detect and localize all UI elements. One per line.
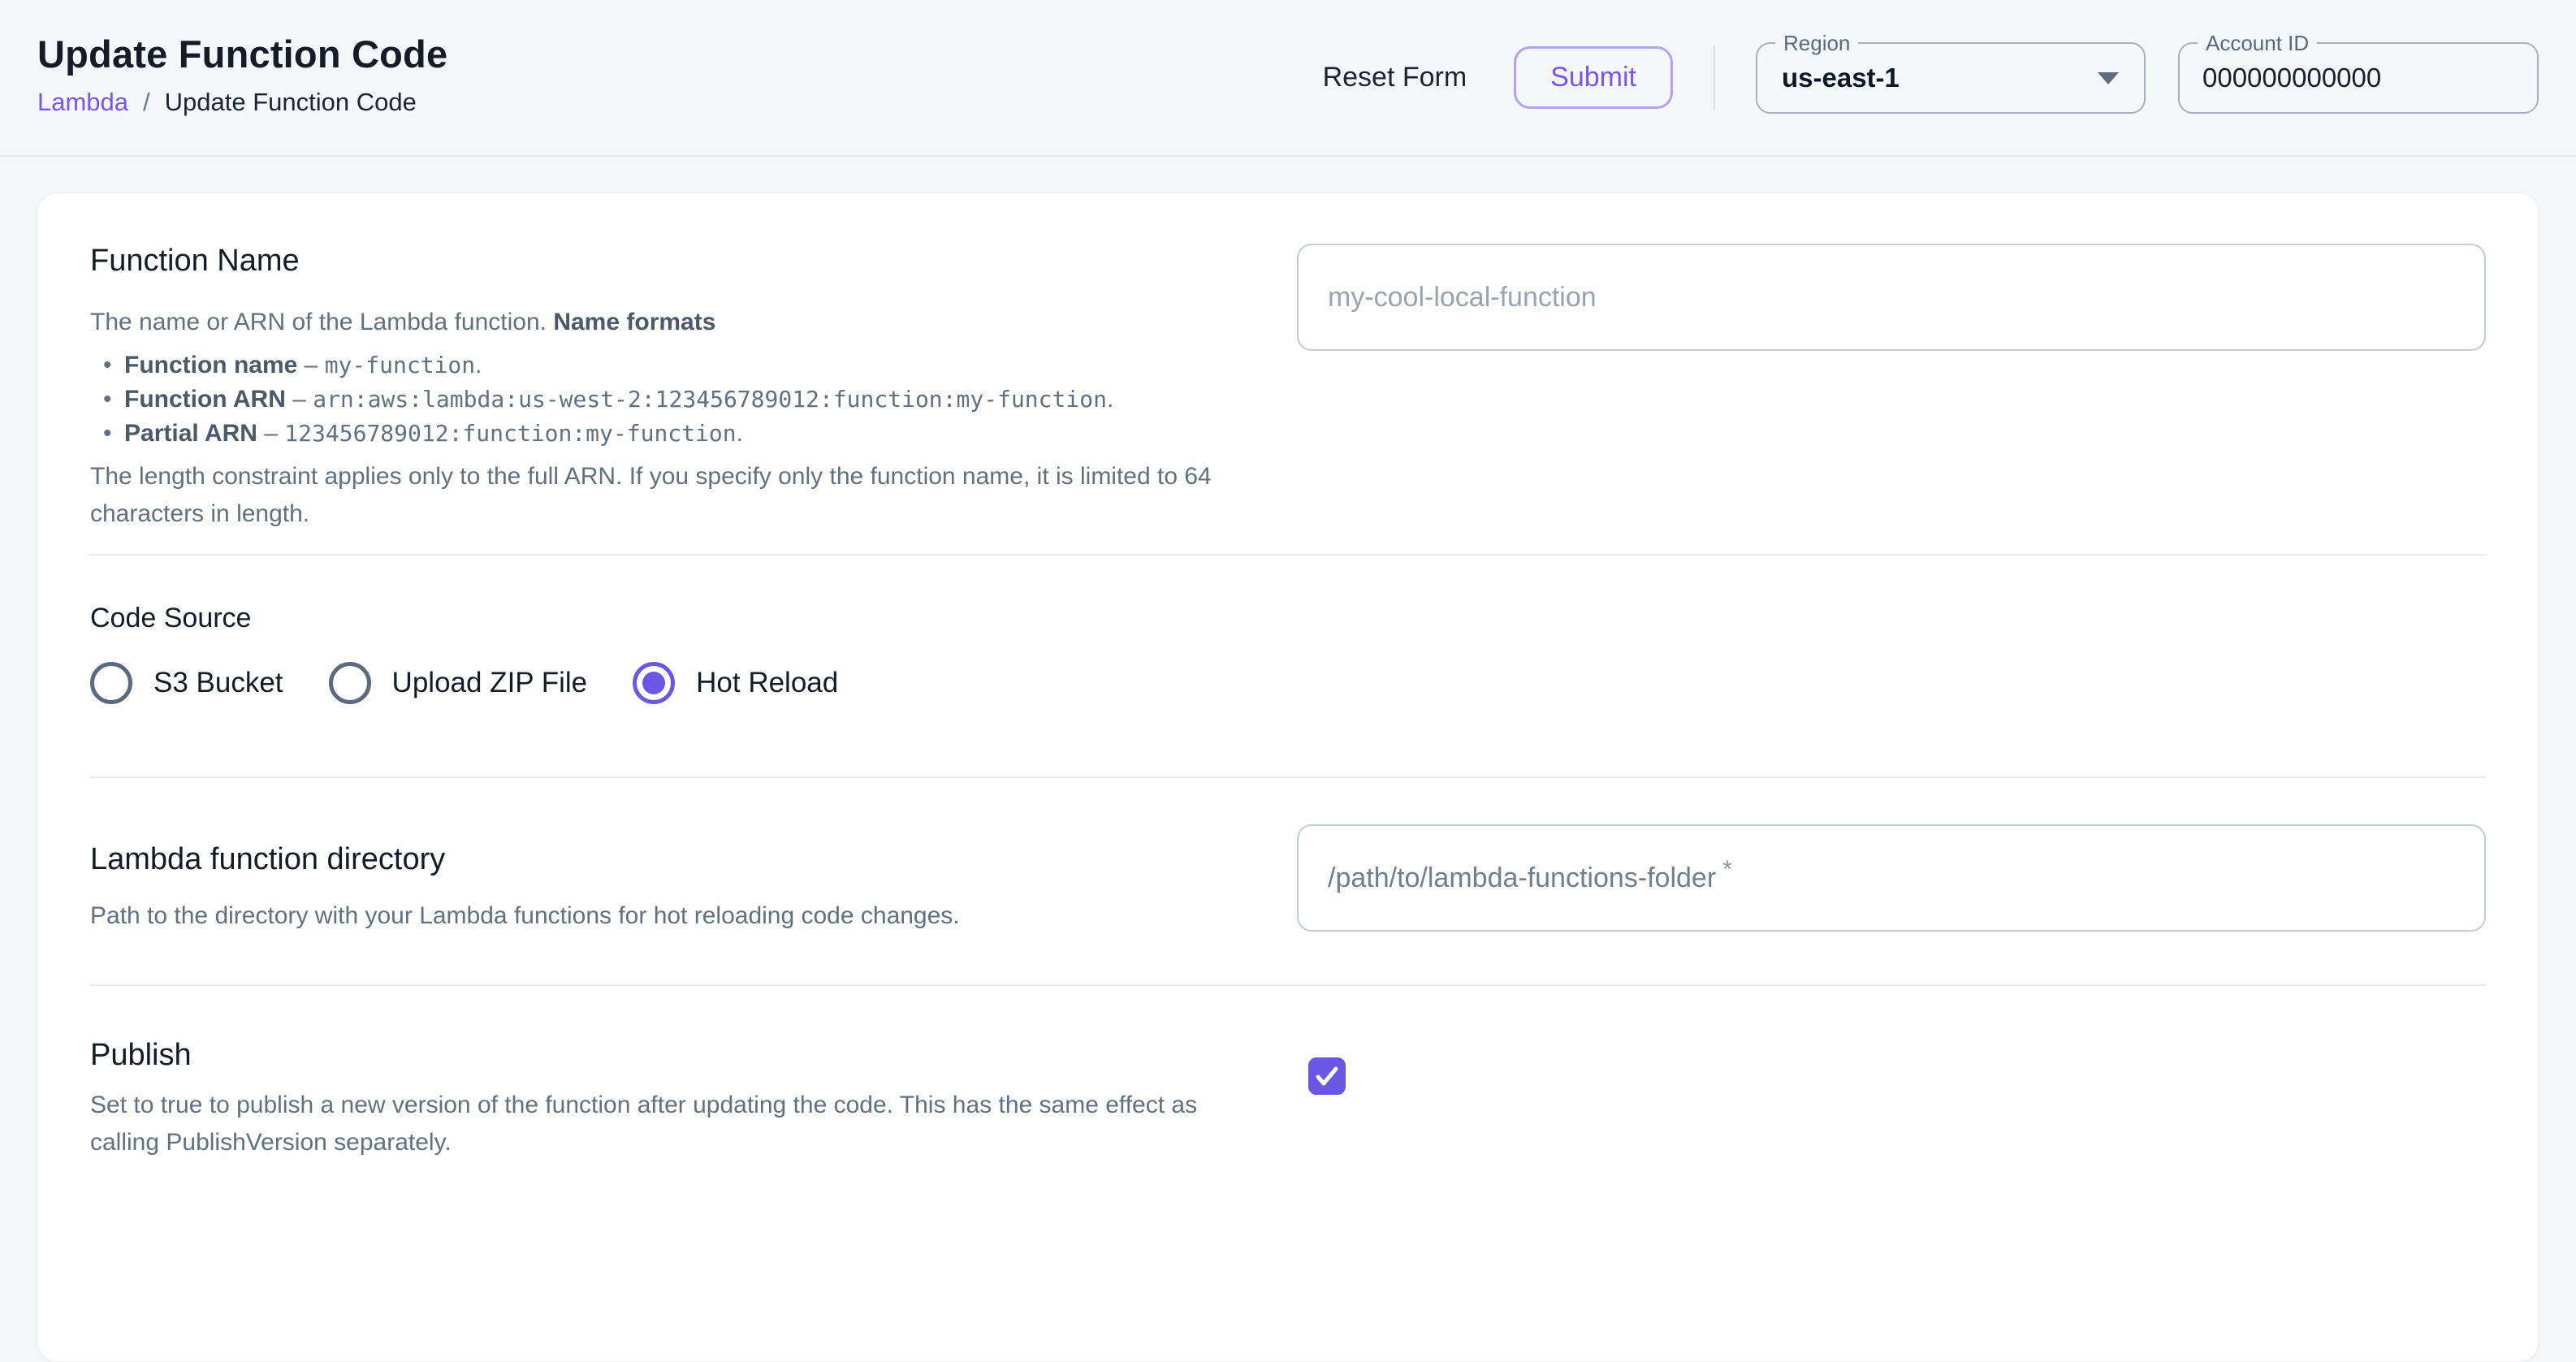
function-name-input-col [1297, 244, 2486, 554]
lambda-directory-heading: Lambda function directory [90, 842, 1227, 878]
required-asterisk: * [1722, 856, 1732, 884]
radio-label: Hot Reload [696, 667, 838, 699]
region-select[interactable]: Region us-east-1 [1756, 42, 2146, 114]
section-publish: Publish Set to true to publish a new ver… [90, 986, 2486, 1161]
function-name-input[interactable] [1297, 244, 2486, 351]
radio-label: S3 Bucket [153, 667, 283, 699]
header-actions: Reset Form Submit Region us-east-1 Accou… [1323, 42, 2539, 114]
reset-form-button[interactable]: Reset Form [1323, 62, 1467, 93]
header-title-block: Update Function Code Lambda / Update Fun… [37, 33, 447, 117]
name-format-item: Function ARN – arn:aws:lambda:us-west-2:… [90, 383, 1227, 416]
caret-down-icon [2097, 71, 2120, 85]
lambda-directory-input-col: /path/to/lambda-functions-folder * [1297, 824, 2486, 984]
function-name-outro: The length constraint applies only to th… [90, 458, 1227, 533]
account-id-input[interactable] [2202, 63, 2514, 93]
form-card: Function Name The name or ARN of the Lam… [37, 192, 2539, 1362]
function-name-heading: Function Name [90, 244, 1227, 279]
name-format-item: Partial ARN – 123456789012:function:my-f… [90, 417, 1227, 450]
section-lambda-directory: Lambda function directory Path to the di… [90, 778, 2486, 986]
publish-text: Publish Set to true to publish a new ver… [90, 1038, 1227, 1161]
radio-option-upload-zip[interactable]: Upload ZIP File [329, 662, 588, 704]
region-label: Region [1775, 31, 1858, 56]
page-header: Update Function Code Lambda / Update Fun… [0, 0, 2576, 157]
section-function-name: Function Name The name or ARN of the Lam… [90, 193, 2486, 556]
lambda-directory-placeholder: /path/to/lambda-functions-folder [1328, 863, 1716, 894]
check-icon [1313, 1062, 1341, 1090]
publish-heading: Publish [90, 1038, 1227, 1074]
header-divider [1714, 45, 1715, 110]
publish-description: Set to true to publish a new version of … [90, 1087, 1227, 1161]
section-code-source: Code Source S3 Bucket Upload ZIP File Ho… [90, 556, 2486, 778]
name-format-item: Function name – my-function. [90, 349, 1227, 382]
publish-checkbox-col [1297, 1038, 2486, 1161]
code-source-radio-group: S3 Bucket Upload ZIP File Hot Reload [90, 662, 2486, 704]
function-name-intro: The name or ARN of the Lambda function. … [90, 304, 1227, 341]
submit-button[interactable]: Submit [1514, 46, 1673, 109]
account-id-label: Account ID [2198, 31, 2317, 56]
radio-option-s3-bucket[interactable]: S3 Bucket [90, 662, 283, 704]
radio-circle-icon [329, 662, 371, 704]
function-name-text: Function Name The name or ARN of the Lam… [90, 244, 1227, 554]
lambda-directory-description: Path to the directory with your Lambda f… [90, 897, 1227, 935]
lambda-directory-text: Lambda function directory Path to the di… [90, 824, 1227, 984]
breadcrumb: Lambda / Update Function Code [37, 87, 447, 117]
radio-circle-icon [633, 662, 675, 704]
name-format-list: Function name – my-function. Function AR… [90, 349, 1227, 450]
code-source-heading: Code Source [90, 603, 2486, 634]
page-title: Update Function Code [37, 33, 447, 76]
radio-option-hot-reload[interactable]: Hot Reload [633, 662, 838, 704]
breadcrumb-current: Update Function Code [165, 87, 417, 117]
radio-label: Upload ZIP File [392, 667, 588, 699]
region-value: us-east-1 [1782, 63, 1900, 93]
account-id-field: Account ID [2178, 42, 2539, 114]
radio-circle-icon [90, 662, 132, 704]
breadcrumb-link-lambda[interactable]: Lambda [37, 87, 128, 117]
breadcrumb-separator: / [143, 87, 150, 117]
lambda-directory-input[interactable]: /path/to/lambda-functions-folder * [1297, 824, 2486, 932]
publish-checkbox[interactable] [1308, 1057, 1346, 1095]
